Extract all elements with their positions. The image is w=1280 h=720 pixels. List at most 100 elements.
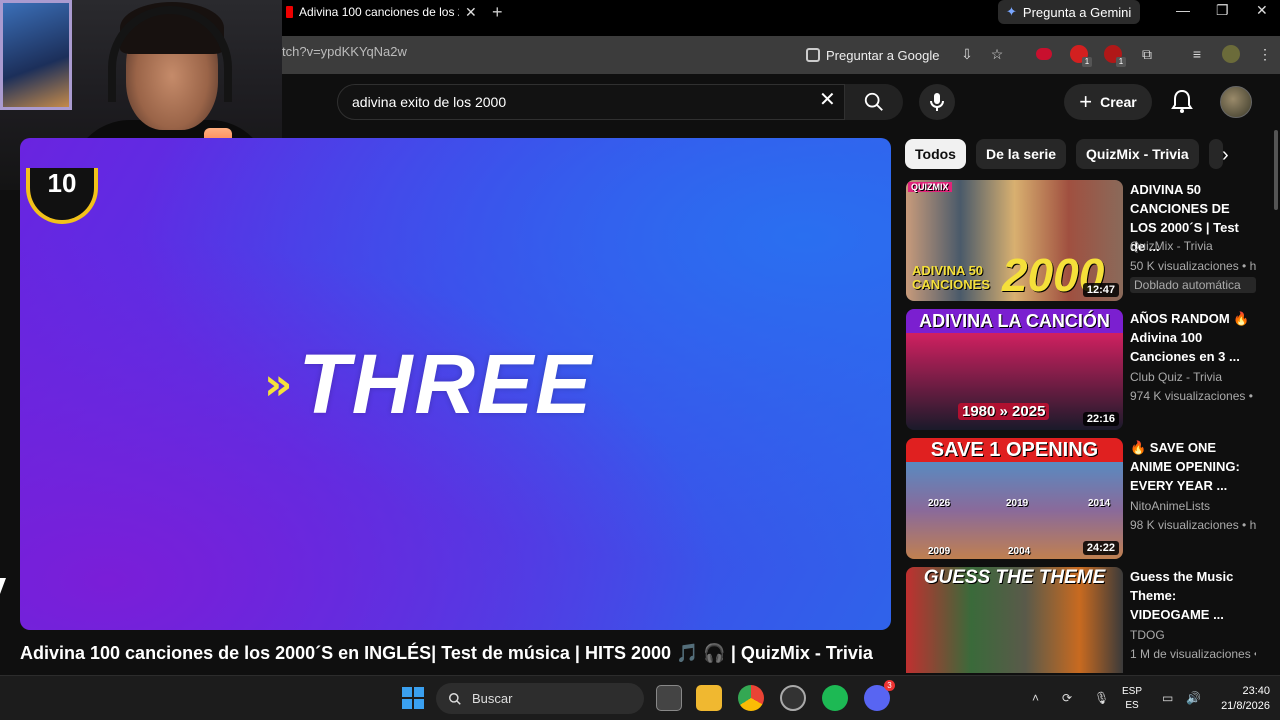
recommendation-title[interactable]: AÑOS RANDOM 🔥 Adivina 100 Canciones en 3… xyxy=(1130,309,1256,366)
wall-poster-image xyxy=(0,0,72,110)
install-app-icon[interactable]: ⇩ xyxy=(958,45,976,63)
microphone-icon xyxy=(930,93,944,111)
clear-search-icon[interactable]: ✕ xyxy=(819,87,836,112)
extension-badge-icon-1[interactable]: 1 xyxy=(1070,45,1092,67)
discord-icon[interactable]: 3 xyxy=(864,680,895,711)
thumb-year: 2014 xyxy=(1088,498,1111,509)
clock-time: 23:40 xyxy=(1242,685,1270,697)
overlay-word: THREE xyxy=(298,337,594,431)
system-clock[interactable]: 23:40 21/8/2026 xyxy=(1212,684,1270,714)
volume-icon[interactable]: 🔊 xyxy=(1186,691,1201,705)
video-thumbnail[interactable]: ADIVINA LA CANCIÓN 1980 » 2025 22:16 xyxy=(906,309,1123,430)
search-icon xyxy=(449,692,461,705)
google-lens-icon xyxy=(806,48,820,62)
browser-tab[interactable]: Adivina 100 canciones de los 2000´S en I… xyxy=(282,0,488,24)
windows-taskbar: Buscar 3 ˄ ⟳ 🎙 ESP ES ▭ 🔊 23:40 21/8/202… xyxy=(0,675,1280,720)
video-thumbnail[interactable]: SAVE 1 OPENING 2026 2019 2014 2009 2004 … xyxy=(906,438,1123,559)
spotify-icon[interactable] xyxy=(822,685,848,711)
extensions-puzzle-icon[interactable]: ⧉ xyxy=(1138,45,1156,63)
new-tab-button[interactable]: + xyxy=(492,2,503,23)
microphone-tray-icon[interactable]: 🎙 xyxy=(1094,691,1109,705)
thumb-banner: GUESS THE THEME xyxy=(923,567,1106,588)
thumb-year: 2019 xyxy=(1006,498,1029,509)
ask-gemini-button[interactable]: ✦ Pregunta a Gemini xyxy=(998,0,1140,24)
view-count: 974 K visualizaciones • l xyxy=(1130,389,1256,403)
page-scrollbar[interactable] xyxy=(1274,130,1278,210)
bookmark-star-icon[interactable]: ☆ xyxy=(988,45,1006,63)
channel-name[interactable]: QuizMix - Trivia xyxy=(1130,239,1213,253)
ask-gemini-label: Pregunta a Gemini xyxy=(1022,4,1132,20)
extension-badge-count: 1 xyxy=(1116,57,1126,67)
thumb-brand: QUIZMIX xyxy=(908,182,952,192)
search-input[interactable]: adivina exito de los 2000 xyxy=(337,84,845,120)
url-field[interactable]: tch?v=ypdKKYqNa2w xyxy=(282,44,407,59)
channel-name[interactable]: TDOG xyxy=(1130,628,1165,642)
ask-google-label: Preguntar a Google xyxy=(826,47,940,63)
extension-badge-icon-2[interactable]: 1 xyxy=(1104,45,1126,67)
voice-search-button[interactable] xyxy=(919,84,955,120)
create-button[interactable]: + Crear xyxy=(1064,84,1152,120)
recommendation-item[interactable]: QUIZMIX ADIVINA 50 CANCIONES 2000 12:47 … xyxy=(906,180,1256,302)
chip-all[interactable]: Todos xyxy=(905,139,966,169)
search-button[interactable] xyxy=(845,84,903,120)
recommendation-item[interactable]: GUESS THE THEME Guess the Music Theme: V… xyxy=(906,567,1256,673)
duration-badge: 24:22 xyxy=(1082,541,1119,555)
tab-title: Adivina 100 canciones de los 2000´S en I… xyxy=(299,5,459,19)
taskbar-search[interactable]: Buscar xyxy=(436,683,644,714)
search-icon xyxy=(864,92,883,111)
video-overlay-text: » THREE xyxy=(264,336,593,433)
view-count: 98 K visualizaciones • h. xyxy=(1130,518,1256,532)
thumb-year: 2004 xyxy=(1008,546,1031,557)
windows-start-icon[interactable] xyxy=(402,687,424,709)
duration-badge: 22:16 xyxy=(1082,412,1119,426)
restore-icon[interactable]: ❐ xyxy=(1216,2,1229,19)
extension-red-icon[interactable] xyxy=(1036,48,1052,60)
thumb-banner: SAVE 1 OPENING xyxy=(930,439,1099,461)
chip-channel[interactable]: QuizMix - Trivia xyxy=(1076,139,1199,169)
video-thumbnail[interactable]: QUIZMIX ADIVINA 50 CANCIONES 2000 12:47 xyxy=(906,180,1123,301)
close-window-icon[interactable]: ✕ xyxy=(1256,2,1268,19)
network-icon[interactable]: ▭ xyxy=(1162,691,1173,705)
recommendation-title[interactable]: Guess the Music Theme: VIDEOGAME ... xyxy=(1130,567,1256,624)
task-view-icon[interactable] xyxy=(656,685,682,711)
minimize-icon[interactable]: — xyxy=(1176,2,1190,18)
file-explorer-icon[interactable] xyxy=(696,685,722,711)
channel-name[interactable]: NitoAnimeLists xyxy=(1130,499,1210,513)
chip-more[interactable] xyxy=(1208,139,1223,169)
chevron-up-icon[interactable]: ˄ xyxy=(1032,691,1039,705)
sync-icon[interactable]: ⟳ xyxy=(1062,691,1072,705)
create-label: Crear xyxy=(1100,94,1137,110)
recommendation-item[interactable]: ADIVINA LA CANCIÓN 1980 » 2025 22:16 AÑO… xyxy=(906,309,1256,431)
video-thumbnail[interactable]: GUESS THE THEME xyxy=(906,567,1123,673)
channel-name[interactable]: Club Quiz - Trivia xyxy=(1130,370,1222,384)
thumb-text-small: ADIVINA 50 CANCIONES xyxy=(912,263,991,292)
video-title: Adivina 100 canciones de los 2000´S en I… xyxy=(20,643,873,663)
obs-icon[interactable] xyxy=(780,685,806,711)
plus-icon: + xyxy=(1079,89,1093,114)
recommendation-item[interactable]: SAVE 1 OPENING 2026 2019 2014 2009 2004 … xyxy=(906,438,1256,560)
chevron-right-icon[interactable]: › xyxy=(1222,144,1229,167)
ask-google-button[interactable]: Preguntar a Google xyxy=(806,42,939,68)
tab-close-icon[interactable]: ✕ xyxy=(465,4,477,21)
chrome-icon[interactable] xyxy=(738,685,764,711)
taskbar-search-label: Buscar xyxy=(472,691,513,706)
browser-menu-icon[interactable]: ⋮ xyxy=(1256,45,1274,63)
youtube-header: adivina exito de los 2000 ✕ + Crear xyxy=(282,74,1280,130)
arrows-icon: » xyxy=(264,359,293,410)
view-count: 1 M de visualizaciones • xyxy=(1130,647,1256,661)
media-control-icon[interactable]: ≡ xyxy=(1188,45,1206,63)
clock-date: 21/8/2026 xyxy=(1221,700,1270,712)
filter-chips: Todos De la serie QuizMix - Trivia xyxy=(905,139,1223,169)
thumb-banner: ADIVINA LA CANCIÓN xyxy=(919,311,1110,331)
language-code: ESP xyxy=(1122,686,1143,697)
language-indicator[interactable]: ESP ES xyxy=(1122,685,1142,713)
view-count: 50 K visualizaciones • h. xyxy=(1130,259,1256,273)
duration-badge: 12:47 xyxy=(1082,283,1119,297)
account-avatar[interactable] xyxy=(1220,86,1252,118)
profile-avatar-icon[interactable] xyxy=(1222,45,1240,63)
video-player[interactable]: 10 » THREE xyxy=(20,138,891,630)
notifications-button[interactable] xyxy=(1171,88,1193,119)
chip-series[interactable]: De la serie xyxy=(975,139,1067,169)
recommendation-title[interactable]: 🔥 SAVE ONE ANIME OPENING: EVERY YEAR ... xyxy=(1130,438,1256,495)
question-number-badge: 10 xyxy=(26,168,98,224)
